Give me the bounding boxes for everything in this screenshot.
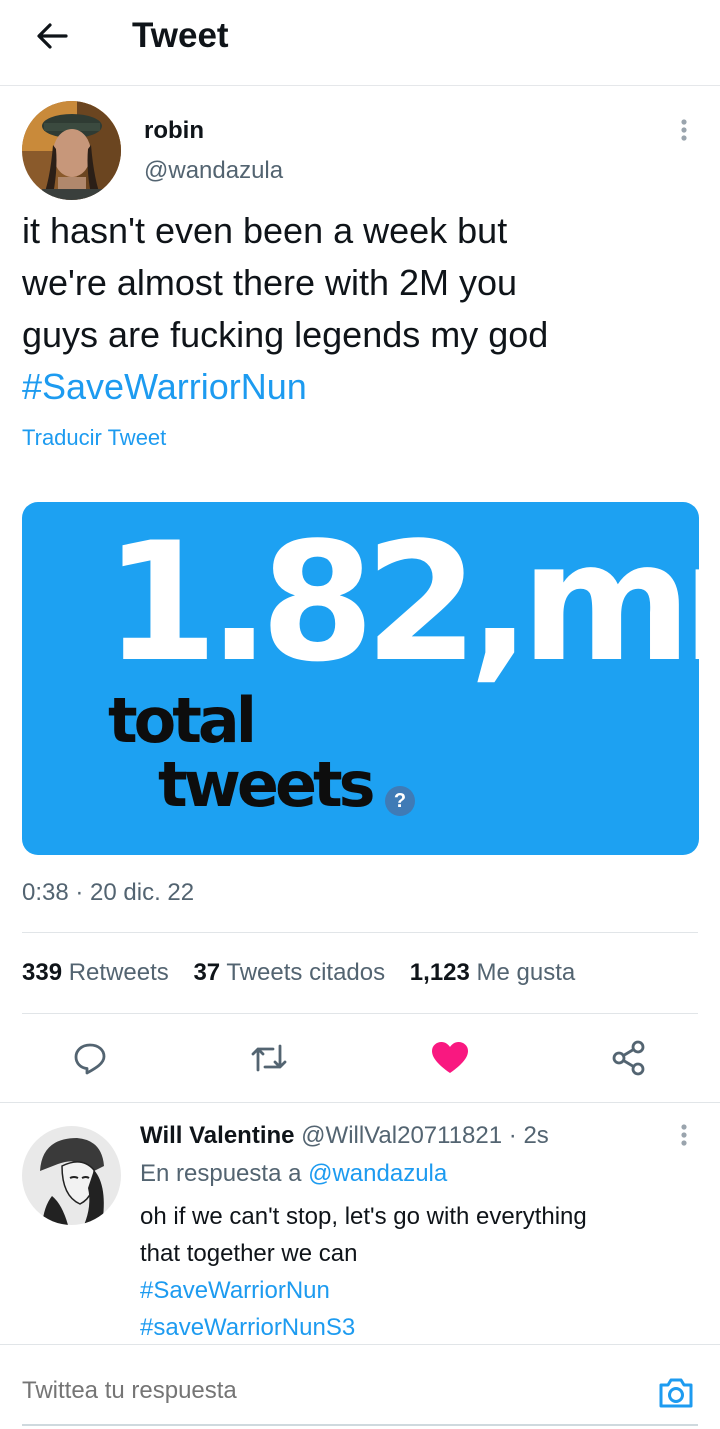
likes-label: Me gusta (476, 959, 576, 986)
input-underline (22, 1424, 698, 1426)
reply-header: Will Valentine @WillVal20711821 · 2s (140, 1121, 549, 1151)
tweet-timestamp: 0:38 · 20 dic. 22 (22, 879, 195, 906)
replying-to: En respuesta a @wandazula (140, 1159, 447, 1189)
tweet-text-line: we're almost there with 2M you (22, 262, 518, 303)
arrow-left-icon (37, 23, 68, 49)
reply-author-handle[interactable]: @WillVal20711821 (301, 1122, 502, 1149)
reply-more-options-button[interactable] (672, 1121, 696, 1151)
top-bar: Tweet (0, 0, 720, 86)
reply-composer (0, 1344, 720, 1429)
author-avatar-image (22, 101, 121, 200)
share-button[interactable] (607, 1036, 651, 1080)
meta-separator: · (508, 1122, 517, 1149)
more-vertical-icon (681, 119, 687, 141)
media-caption-total: total (108, 684, 257, 757)
retweets-stat[interactable]: 339 Retweets (22, 959, 169, 986)
media-caption-tweets: tweets (158, 748, 376, 821)
replying-to-label: En respuesta a (140, 1160, 302, 1187)
replying-to-handle[interactable]: @wandazula (308, 1160, 447, 1187)
share-icon (612, 1040, 645, 1076)
tweet-text-line: it hasn't even been a week but (22, 210, 508, 251)
translate-link[interactable]: Traducir Tweet (22, 424, 166, 452)
likes-stat[interactable]: 1,123 Me gusta (410, 959, 575, 986)
tweet-text-line: guys are fucking legends my god (22, 314, 549, 355)
divider (0, 1102, 720, 1103)
author-name[interactable]: robin (144, 116, 204, 146)
author-handle[interactable]: @wandazula (144, 156, 283, 186)
reply-text: oh if we can't stop, let's go with every… (140, 1198, 700, 1346)
quotes-label: Tweets citados (226, 959, 386, 986)
reply-author-avatar[interactable] (22, 1126, 121, 1225)
reply-icon (74, 1043, 106, 1075)
more-vertical-icon (681, 1124, 687, 1146)
retweets-label: Retweets (68, 959, 169, 986)
page-title: Tweet (132, 16, 229, 55)
more-options-button[interactable] (672, 116, 696, 146)
add-media-button[interactable] (656, 1373, 696, 1413)
heart-icon (432, 1042, 468, 1073)
camera-icon (659, 1378, 693, 1408)
back-button[interactable] (30, 16, 74, 56)
help-icon: ? (385, 786, 415, 816)
hashtag-link[interactable]: #SaveWarriorNun (22, 361, 682, 413)
quotes-stat[interactable]: 37 Tweets citados (193, 959, 385, 986)
divider (22, 1013, 698, 1014)
retweet-icon (251, 1044, 287, 1072)
retweet-button[interactable] (247, 1036, 291, 1080)
author-avatar[interactable] (22, 101, 121, 200)
reply-text-line: oh if we can't stop, let's go with every… (140, 1203, 587, 1230)
hashtag-link[interactable]: #saveWarriorNunS3 (140, 1309, 700, 1346)
reply-time: 2s (523, 1122, 549, 1149)
tweet-text: it hasn't even been a week but we're alm… (22, 205, 682, 413)
tweet-media[interactable]: 1.82,mr total tweets ? (22, 502, 699, 855)
reply-author-avatar-image (22, 1126, 121, 1225)
tweet-stats: 339 Retweets 37 Tweets citados 1,123 Me … (22, 958, 593, 988)
reply-input[interactable] (22, 1375, 622, 1407)
media-big-number: 1.82,mr (104, 507, 699, 698)
retweets-count: 339 (22, 959, 63, 986)
divider (22, 932, 698, 933)
reply-button[interactable] (68, 1036, 112, 1080)
hashtag-link[interactable]: #SaveWarriorNun (140, 1272, 700, 1309)
reply-text-line: that together we can (140, 1240, 358, 1267)
reply-author-name[interactable]: Will Valentine (140, 1122, 295, 1149)
likes-count: 1,123 (409, 959, 470, 986)
quotes-count: 37 (193, 959, 221, 986)
like-button[interactable] (428, 1036, 472, 1080)
